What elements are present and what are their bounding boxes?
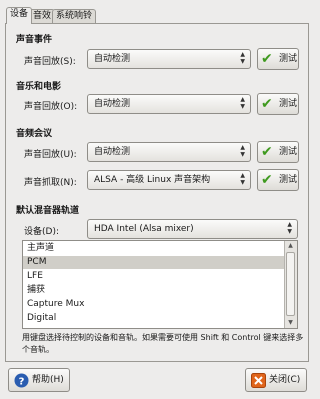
mixer-track-list[interactable]: 主声道 PCM LFE 捕获 Capture Mux Digital ▲ ▼	[22, 240, 298, 329]
check-icon: ✔	[261, 96, 273, 112]
mixer-hint-text: 用键盘选择待控制的设备和音轨。如果需要可使用 Shift 和 Control 键…	[22, 333, 304, 354]
help-label: 帮助(H)	[32, 375, 64, 385]
music-movies-playback-combo[interactable]: 自动检测 ▲ ▼	[87, 94, 251, 114]
audio-conference-playback-label: 声音回放(U):	[24, 150, 77, 160]
list-item[interactable]: Digital	[23, 312, 285, 325]
audio-conference-heading: 音频会议	[16, 129, 53, 139]
scroll-thumb[interactable]	[286, 252, 295, 316]
combo-arrows-icon: ▲ ▼	[240, 172, 245, 186]
sound-events-test-label: 测试	[279, 54, 298, 64]
check-icon: ✔	[261, 172, 273, 188]
close-label: 关闭(C)	[269, 375, 301, 385]
combo-arrows-icon: ▲ ▼	[287, 221, 292, 235]
mixer-device-value: HDA Intel (Alsa mixer)	[94, 224, 194, 234]
close-button[interactable]: 关闭(C)	[245, 368, 307, 392]
sound-events-playback-value: 自动检测	[94, 54, 131, 64]
tab-devices-label: 设备	[10, 9, 29, 19]
audio-conference-capture-combo[interactable]: ALSA - 高级 Linux 声音架构 ▲ ▼	[87, 170, 251, 190]
audio-conference-capture-label: 声音抓取(N):	[24, 178, 77, 188]
music-movies-heading: 音乐和电影	[16, 82, 62, 92]
tab-devices[interactable]: 设备	[6, 7, 33, 24]
mixer-heading: 默认混音器轨道	[16, 206, 80, 216]
list-item-selected[interactable]: PCM	[23, 256, 285, 269]
tab-sound-effects-label: 音效	[33, 11, 52, 21]
list-item[interactable]: 捕获	[23, 284, 285, 297]
sound-events-test-button[interactable]: ✔ 测试	[257, 48, 299, 70]
combo-arrows-icon: ▲ ▼	[240, 51, 245, 65]
audio-conference-playback-value: 自动检测	[94, 147, 131, 157]
close-icon	[251, 373, 266, 388]
check-icon: ✔	[261, 144, 273, 160]
sound-events-playback-label: 声音回放(S):	[24, 57, 76, 67]
sound-events-heading: 声音事件	[16, 35, 53, 45]
check-icon: ✔	[261, 51, 273, 67]
help-icon: ?	[14, 373, 29, 388]
audio-conference-capture-value: ALSA - 高级 Linux 声音架构	[94, 175, 211, 185]
svg-text:?: ?	[19, 377, 25, 388]
combo-arrows-icon: ▲ ▼	[240, 96, 245, 110]
music-movies-test-label: 测试	[279, 99, 298, 109]
tab-system-bell-label: 系统响铃	[56, 11, 93, 21]
audio-conference-capture-test-label: 测试	[279, 175, 298, 185]
list-item[interactable]: Capture Mux	[23, 298, 285, 311]
audio-conference-playback-combo[interactable]: 自动检测 ▲ ▼	[87, 142, 251, 162]
scroll-up-icon[interactable]: ▲	[285, 241, 296, 251]
audio-conference-capture-test-button[interactable]: ✔ 测试	[257, 169, 299, 191]
help-button[interactable]: ? 帮助(H)	[8, 368, 70, 392]
list-item[interactable]: LFE	[23, 270, 285, 283]
combo-arrows-icon: ▲ ▼	[240, 144, 245, 158]
music-movies-playback-value: 自动检测	[94, 99, 131, 109]
mixer-device-combo[interactable]: HDA Intel (Alsa mixer) ▲ ▼	[87, 219, 298, 239]
audio-conference-playback-test-label: 测试	[279, 147, 298, 157]
music-movies-test-button[interactable]: ✔ 测试	[257, 93, 299, 115]
scroll-down-icon[interactable]: ▼	[285, 318, 296, 328]
sound-events-playback-combo[interactable]: 自动检测 ▲ ▼	[87, 49, 251, 69]
audio-conference-playback-test-button[interactable]: ✔ 测试	[257, 141, 299, 163]
list-scrollbar[interactable]: ▲ ▼	[284, 241, 297, 328]
music-movies-playback-label: 声音回放(O):	[24, 102, 78, 112]
mixer-device-label: 设备(D):	[24, 227, 59, 237]
tab-system-bell[interactable]: 系统响铃	[52, 9, 97, 23]
list-item[interactable]: 主声道	[23, 242, 285, 255]
